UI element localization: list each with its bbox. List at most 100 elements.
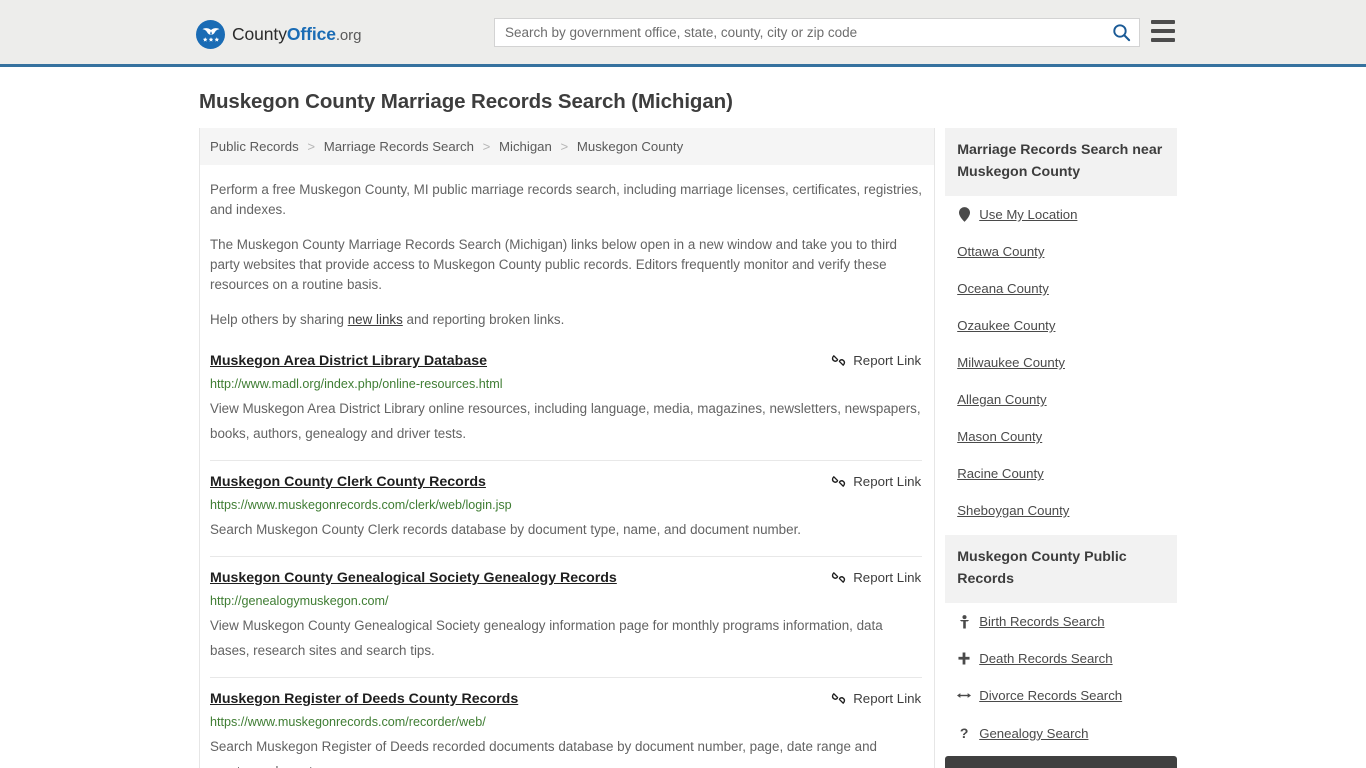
sidebar-item-death-records[interactable]: Death Records Search [945, 640, 1177, 677]
result-description: Search Muskegon County Clerk records dat… [210, 522, 802, 537]
search-icon [1112, 24, 1130, 42]
sidebar-item-allegan-county[interactable]: Allegan County [945, 381, 1177, 418]
result-description: View Muskegon Area District Library onli… [210, 401, 921, 441]
sidebar-link[interactable]: Birth Records Search [979, 614, 1104, 629]
result-header: Muskegon County Clerk County Records Rep… [210, 473, 922, 491]
result-item: Muskegon County Clerk County Records Rep… [210, 473, 923, 557]
site-header: CountyOffice.org [0, 0, 1366, 67]
sidebar-item-genealogy-search[interactable]: ? Genealogy Search [945, 714, 1177, 752]
sidebar-link[interactable]: Ozaukee County [957, 318, 1055, 333]
result-url: https://www.muskegonrecords.com/clerk/we… [210, 498, 512, 512]
page-title: Muskegon County Marriage Records Search … [199, 90, 733, 113]
report-link-button[interactable]: Report Link [831, 690, 922, 706]
main-content: Public Records > Marriage Records Search… [199, 128, 936, 768]
new-links-link[interactable]: new links [348, 312, 403, 327]
sidebar-item-oceana-county[interactable]: Oceana County [945, 270, 1177, 307]
result-url: http://genealogymuskegon.com/ [210, 594, 389, 608]
report-link-label: Report Link [853, 570, 922, 585]
sidebar-link[interactable]: Mason County [957, 429, 1042, 444]
result-description: Search Muskegon Register of Deeds record… [210, 739, 877, 768]
cross-icon [957, 652, 971, 665]
public-records-heading: Muskegon County Public Records [945, 535, 1177, 603]
search-bar[interactable] [494, 18, 1140, 47]
results-list: Muskegon Area District Library Database [200, 352, 934, 768]
question-mark-icon: ? [959, 725, 969, 741]
sidebar-item-racine-county[interactable]: Racine County [945, 455, 1177, 492]
page-body: Muskegon County Marriage Records Search … [0, 90, 1366, 768]
sidebar-link[interactable]: Divorce Records Search [979, 688, 1122, 703]
site-logo[interactable]: CountyOffice.org [196, 20, 361, 49]
result-header: Muskegon Register of Deeds County Record… [210, 690, 922, 708]
broken-link-icon [832, 572, 846, 583]
sidebar-item-ozaukee-county[interactable]: Ozaukee County [945, 307, 1177, 344]
intro-paragraph-2: The Muskegon County Marriage Records Sea… [210, 237, 897, 292]
menu-bar-1 [1151, 20, 1175, 24]
nearby-searches-heading: Marriage Records Search near Muskegon Co… [945, 128, 1177, 196]
report-link-button[interactable]: Report Link [831, 569, 922, 585]
sidebar-link[interactable]: Sheboygan County [957, 503, 1069, 518]
report-link-button[interactable]: Report Link [831, 473, 922, 489]
breadcrumb-item-1[interactable]: Marriage Records Search [324, 139, 474, 154]
sidebar-item-mason-county[interactable]: Mason County [945, 418, 1177, 455]
nearby-searches-list: Use My Location Ottawa County Oceana Cou… [945, 196, 1177, 529]
sidebar-item-use-my-location[interactable]: Use My Location [945, 196, 1177, 233]
search-input[interactable] [495, 19, 1103, 46]
result-title-link[interactable]: Muskegon County Genealogical Society Gen… [210, 569, 617, 587]
result-item: Muskegon County Genealogical Society Gen… [210, 569, 923, 678]
result-description: View Muskegon County Genealogical Societ… [210, 618, 883, 658]
result-url: http://www.madl.org/index.php/online-res… [210, 377, 503, 391]
sidebar-link[interactable]: Death Records Search [979, 651, 1112, 666]
eagle-badge-icon [196, 20, 225, 49]
breadcrumb-item-current: Muskegon County [576, 139, 684, 154]
report-link-label: Report Link [853, 474, 922, 489]
sidebar-link[interactable]: Ottawa County [957, 244, 1044, 259]
intro-p3-before: Help others by sharing [210, 312, 348, 327]
sidebar-link[interactable]: Genealogy Search [979, 726, 1088, 741]
intro-paragraph-3: Help others by sharing new links and rep… [210, 310, 922, 330]
map-pin-icon [957, 207, 971, 222]
report-link-button[interactable]: Report Link [831, 352, 922, 368]
public-records-box: Muskegon County Public Records Birth Rec… [945, 535, 1177, 768]
result-item: Muskegon Register of Deeds County Record… [210, 690, 922, 768]
result-header: Muskegon County Genealogical Society Gen… [210, 569, 922, 587]
result-header: Muskegon Area District Library Database [210, 352, 922, 370]
nearby-searches-box: Marriage Records Search near Muskegon Co… [945, 128, 1177, 529]
logo-text-county: County [232, 24, 287, 44]
result-url: https://www.muskegonrecords.com/recorder… [210, 715, 486, 729]
sidebar-item-birth-records[interactable]: Birth Records Search [945, 603, 1177, 640]
breadcrumb-separator: > [482, 139, 491, 154]
hamburger-menu-icon[interactable] [1151, 20, 1175, 42]
breadcrumb-item-0[interactable]: Public Records [210, 139, 299, 154]
sidebar-link[interactable]: Racine County [957, 466, 1044, 481]
sidebar: Marriage Records Search near Muskegon Co… [945, 128, 1177, 768]
sidebar-item-ottawa-county[interactable]: Ottawa County [945, 233, 1177, 270]
sidebar-item-milwaukee-county[interactable]: Milwaukee County [945, 344, 1177, 381]
report-link-label: Report Link [853, 353, 922, 368]
split-arrows-icon [957, 690, 972, 701]
sidebar-link[interactable]: Use My Location [979, 207, 1077, 222]
sidebar-item-marriage-records[interactable]: Marriage Records Search [945, 756, 1177, 768]
result-title-link[interactable]: Muskegon Register of Deeds County Record… [210, 690, 518, 708]
breadcrumb-item-2[interactable]: Michigan [499, 139, 552, 154]
sidebar-link[interactable]: Oceana County [957, 281, 1049, 296]
sidebar-link[interactable]: Milwaukee County [957, 355, 1065, 370]
intro-section: Perform a free Muskegon County, MI publi… [200, 180, 934, 330]
menu-bar-3 [1151, 38, 1175, 42]
result-title-link[interactable]: Muskegon County Clerk County Records [210, 473, 486, 491]
broken-link-icon [832, 355, 846, 366]
logo-text: CountyOffice.org [232, 24, 361, 45]
broken-link-icon [832, 476, 846, 487]
two-column-layout: Public Records > Marriage Records Search… [191, 128, 1177, 768]
result-title-link[interactable]: Muskegon Area District Library Database [210, 352, 487, 370]
search-button[interactable] [1103, 19, 1139, 46]
broken-link-icon [832, 693, 846, 704]
breadcrumb: Public Records > Marriage Records Search… [200, 128, 935, 165]
sidebar-item-divorce-records[interactable]: Divorce Records Search [945, 677, 1177, 714]
sidebar-item-sheboygan-county[interactable]: Sheboygan County [945, 492, 1177, 529]
breadcrumb-separator: > [307, 139, 316, 154]
sidebar-link[interactable]: Allegan County [957, 392, 1046, 407]
report-link-label: Report Link [853, 691, 922, 706]
breadcrumb-separator: > [560, 139, 569, 154]
logo-text-org: .org [335, 27, 362, 44]
baby-icon [957, 614, 971, 629]
